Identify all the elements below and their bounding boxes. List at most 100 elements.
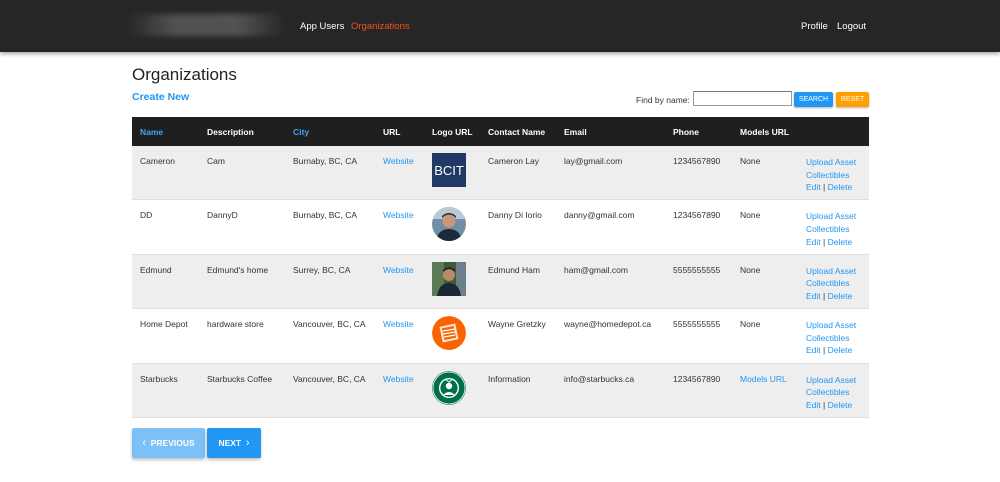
action-separator: |: [823, 290, 826, 301]
website-link[interactable]: Website: [383, 319, 414, 329]
column-header-phone: Phone: [673, 127, 699, 137]
cell-contact-name: Information: [488, 373, 531, 384]
website-link[interactable]: Website: [383, 210, 414, 220]
cell-city: Burnaby, BC, CA: [293, 156, 358, 166]
website-link[interactable]: Website: [383, 374, 414, 384]
nav-link-organizations[interactable]: Organizations: [351, 21, 410, 32]
previous-page-button[interactable]: ‹ PREVIOUS: [132, 428, 205, 458]
brand-logo[interactable]: [126, 14, 286, 36]
delete-link[interactable]: Delete: [828, 345, 853, 355]
upload-asset-link[interactable]: Upload Asset: [806, 157, 856, 167]
column-header-name[interactable]: Name: [140, 127, 163, 137]
collectibles-link[interactable]: Collectibles: [806, 170, 849, 180]
column-header-description: Description: [207, 127, 254, 137]
website-link[interactable]: Website: [383, 156, 414, 166]
cell-city: Vancouver, BC, CA: [293, 373, 366, 384]
bcit-logo: BCIT: [432, 153, 466, 187]
collectibles-link[interactable]: Collectibles: [806, 333, 849, 343]
nav-link-app-users[interactable]: App Users: [300, 21, 344, 32]
table-row: Home Depot hardware store Vancouver, BC,…: [132, 309, 869, 364]
row-actions: Upload Asset Collectibles Edit | Delete: [806, 374, 856, 412]
cell-name: Home Depot: [140, 319, 188, 330]
cell-phone: 1234567890: [673, 210, 721, 221]
delete-link[interactable]: Delete: [828, 400, 853, 410]
delete-link[interactable]: Delete: [828, 291, 853, 301]
upload-asset-link[interactable]: Upload Asset: [806, 375, 856, 385]
cell-email: lay@gmail.com: [564, 156, 623, 166]
create-new-link[interactable]: Create New: [132, 91, 189, 103]
table-row: Starbucks Starbucks Coffee Vancouver, BC…: [132, 363, 869, 418]
cell-name: Cameron: [140, 156, 175, 166]
column-header-contact-name: Contact Name: [488, 127, 546, 137]
upload-asset-link[interactable]: Upload Asset: [806, 320, 856, 330]
search-button[interactable]: SEARCH: [794, 92, 833, 107]
delete-link[interactable]: Delete: [828, 237, 853, 247]
chevron-right-icon: ›: [245, 437, 250, 449]
find-by-name-input[interactable]: [693, 91, 792, 106]
reset-button[interactable]: RESET: [836, 92, 869, 107]
edit-link[interactable]: Edit: [806, 237, 821, 247]
table-row: Cameron Cam Burnaby, BC, CA Website BCIT…: [132, 146, 869, 201]
website-link[interactable]: Website: [383, 265, 414, 275]
edit-link[interactable]: Edit: [806, 182, 821, 192]
collectibles-link[interactable]: Collectibles: [806, 387, 849, 397]
starbucks-logo: [432, 370, 466, 405]
cell-phone: 1234567890: [673, 156, 721, 166]
find-by-name-label: Find by name:: [636, 95, 690, 105]
column-header-url: URL: [383, 127, 401, 137]
edit-link[interactable]: Edit: [806, 345, 821, 355]
top-navbar: App Users Organizations Profile Logout: [0, 0, 1000, 52]
bcit-logo-text: BCIT: [434, 163, 464, 178]
cell-city: Surrey, BC, CA: [293, 264, 351, 275]
cell-contact-name: Edmund Ham: [488, 264, 540, 275]
action-separator: |: [823, 182, 826, 193]
cell-name: Starbucks: [140, 373, 178, 384]
column-header-city[interactable]: City: [293, 127, 309, 137]
person-photo: [432, 207, 466, 242]
cell-email: danny@gmail.com: [564, 210, 635, 221]
edit-link[interactable]: Edit: [806, 291, 821, 301]
cell-description: Cam: [207, 156, 225, 166]
cell-description: Starbucks Coffee: [207, 373, 273, 384]
person-photo: [432, 261, 466, 296]
edit-link[interactable]: Edit: [806, 400, 821, 410]
collectibles-link[interactable]: Collectibles: [806, 278, 849, 288]
page-title: Organizations: [132, 65, 237, 84]
cell-name: Edmund: [140, 264, 172, 275]
upload-asset-link[interactable]: Upload Asset: [806, 266, 856, 276]
cell-models-url: None: [740, 210, 761, 221]
cell-contact-name: Danny Di Iorio: [488, 210, 542, 221]
row-actions: Upload Asset Collectibles Edit | Delete: [806, 319, 856, 357]
action-separator: |: [823, 399, 826, 410]
cell-description: hardware store: [207, 319, 264, 330]
organizations-table: Name Description City URL Logo URL Conta…: [132, 117, 869, 418]
nav-link-logout[interactable]: Logout: [837, 21, 866, 32]
cell-phone: 1234567890: [673, 373, 721, 384]
cell-phone: 5555555555: [673, 264, 721, 275]
cell-email: info@starbucks.ca: [564, 373, 635, 384]
action-separator: |: [823, 345, 826, 356]
row-actions: Upload Asset Collectibles Edit | Delete: [806, 210, 856, 248]
cell-contact-name: Wayne Gretzky: [488, 319, 546, 330]
nav-link-profile[interactable]: Profile: [801, 21, 828, 32]
cell-models-url: None: [740, 264, 761, 275]
table-row: DD DannyD Burnaby, BC, CA Website Danny …: [132, 200, 869, 255]
cell-description: Edmund's home: [207, 264, 269, 275]
column-header-email: Email: [564, 127, 587, 137]
table-header: Name Description City URL Logo URL Conta…: [132, 117, 869, 146]
cell-description: DannyD: [207, 210, 238, 221]
cell-phone: 5555555555: [673, 319, 721, 330]
cell-city: Vancouver, BC, CA: [293, 319, 366, 330]
upload-asset-link[interactable]: Upload Asset: [806, 211, 856, 221]
chevron-left-icon: ‹: [142, 437, 146, 449]
home-depot-logo: [432, 316, 466, 351]
collectibles-link[interactable]: Collectibles: [806, 224, 849, 234]
row-actions: Upload Asset Collectibles Edit | Delete: [806, 156, 856, 194]
cell-email: ham@gmail.com: [564, 264, 628, 275]
delete-link[interactable]: Delete: [828, 182, 853, 192]
models-url-link[interactable]: Models URL: [740, 374, 787, 384]
column-header-logo-url: Logo URL: [432, 127, 473, 137]
table-row: Edmund Edmund's home Surrey, BC, CA Webs…: [132, 254, 869, 310]
next-page-button[interactable]: NEXT ›: [207, 428, 261, 458]
next-label: NEXT: [218, 438, 242, 448]
